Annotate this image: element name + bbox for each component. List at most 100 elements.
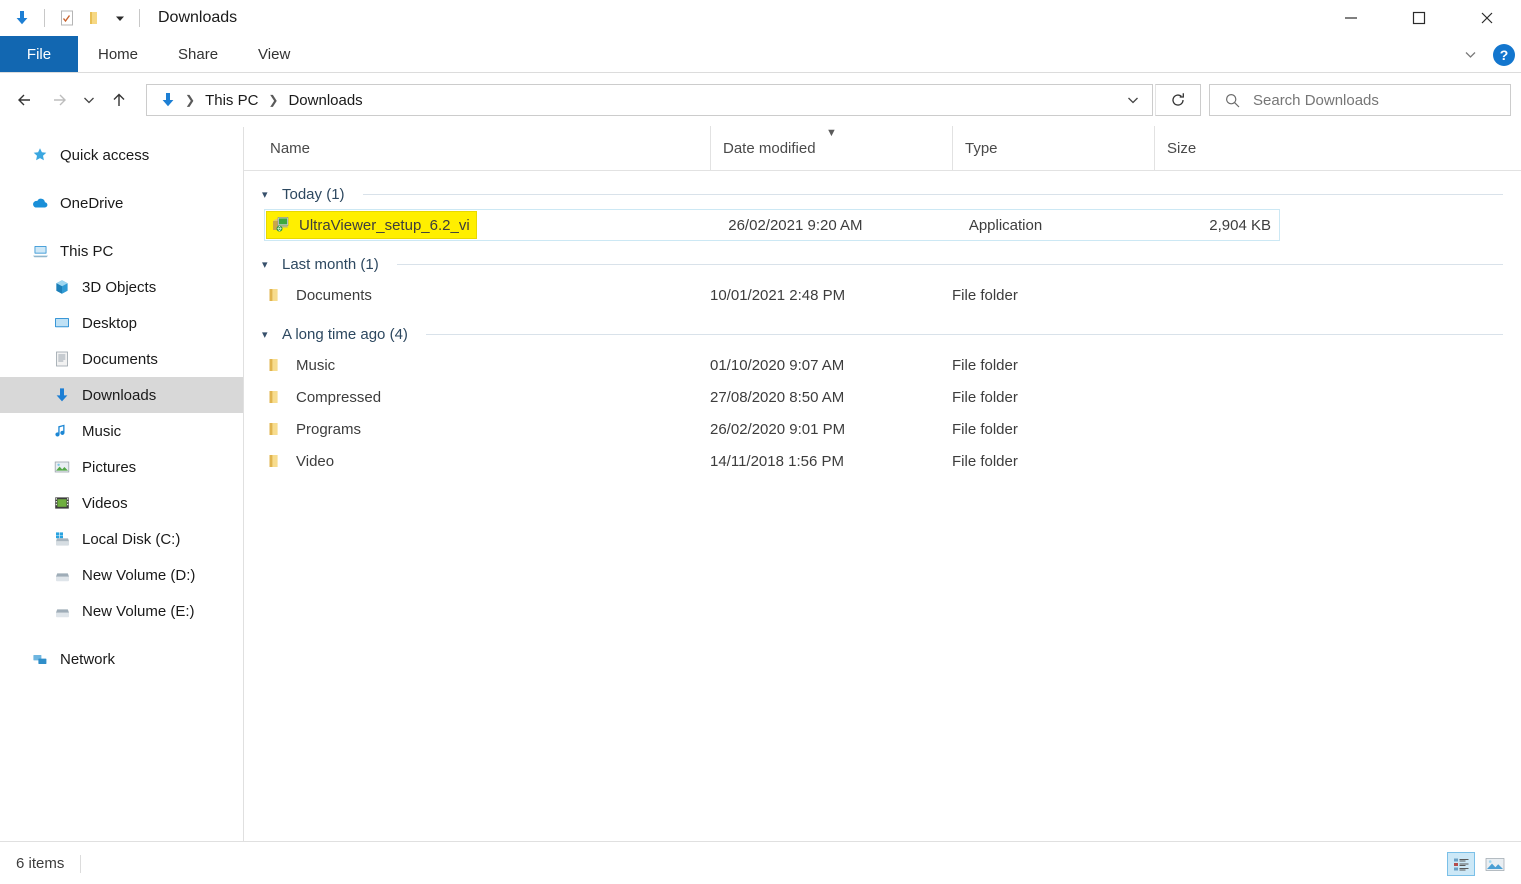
table-row[interactable]: Programs 26/02/2020 9:01 PM File folder (244, 413, 1521, 445)
this-pc-icon (30, 241, 50, 261)
column-header-size[interactable]: Size (1154, 126, 1284, 170)
ribbon-right-controls: ? (1457, 36, 1515, 73)
sidebar-item-label: Downloads (82, 386, 157, 404)
sidebar-item-local-disk-c[interactable]: Local Disk (C:) (0, 521, 243, 557)
large-icons-view-button[interactable] (1481, 852, 1509, 876)
column-header-type[interactable]: Type (952, 126, 1154, 170)
forward-button[interactable] (42, 83, 76, 117)
table-row[interactable]: Documents 10/01/2021 2:48 PM File folder (244, 279, 1521, 311)
explorer-body: Quick access OneDrive This PC 3D Objects… (0, 126, 1521, 841)
installer-icon (271, 215, 291, 235)
title-bar: Downloads (0, 0, 1521, 36)
up-button[interactable] (102, 83, 136, 117)
tab-share[interactable]: Share (158, 36, 238, 72)
group-header-last-month[interactable]: ▾ Last month (1) (244, 249, 1521, 279)
search-icon (1224, 92, 1241, 109)
status-bar: 6 items (0, 841, 1521, 884)
sidebar-item-label: OneDrive (60, 194, 124, 212)
recent-locations-button[interactable] (76, 83, 102, 117)
downloads-icon[interactable] (8, 5, 36, 31)
file-name-cell[interactable]: Documents (244, 285, 710, 305)
downloads-icon[interactable] (157, 89, 179, 111)
sidebar-item-new-volume-d[interactable]: New Volume (D:) (0, 557, 243, 593)
tab-home[interactable]: Home (78, 36, 158, 72)
table-row[interactable]: Compressed 27/08/2020 8:50 AM File folde… (244, 381, 1521, 413)
breadcrumb-item-downloads[interactable]: Downloads (282, 90, 368, 111)
file-name-cell[interactable]: Music (244, 355, 710, 375)
breadcrumb-item-this-pc[interactable]: This PC (199, 90, 264, 111)
file-name-cell[interactable]: Programs (244, 419, 710, 439)
column-header-label: Name (270, 139, 311, 157)
properties-icon[interactable] (53, 5, 81, 31)
customize-chevron-icon[interactable] (109, 5, 131, 31)
file-type-cell: File folder (952, 286, 1018, 304)
window-controls (1317, 0, 1521, 36)
tab-file[interactable]: File (0, 36, 78, 72)
group-header-today[interactable]: ▾ Today (1) (244, 179, 1521, 209)
documents-icon (52, 349, 72, 369)
search-box[interactable]: Search Downloads (1209, 84, 1511, 116)
address-dropdown-icon[interactable] (1118, 85, 1148, 115)
address-bar[interactable]: ❯ This PC ❯ Downloads (146, 84, 1153, 116)
table-row[interactable]: Video 14/11/2018 1:56 PM File folder (244, 445, 1521, 477)
sidebar-item-label: Music (82, 422, 122, 440)
table-row[interactable]: Music 01/10/2020 9:07 AM File folder (244, 349, 1521, 381)
downloads-icon (52, 385, 72, 405)
local-disk-icon (52, 529, 72, 549)
chevron-down-icon[interactable] (1457, 42, 1483, 68)
column-header-name[interactable]: Name (244, 126, 710, 170)
file-name-cell[interactable]: Compressed (244, 387, 710, 407)
file-date-cell: 26/02/2020 9:01 PM (710, 420, 846, 438)
group-header-label: A long time ago (4) (282, 325, 408, 343)
sidebar-item-this-pc[interactable]: This PC (0, 233, 243, 269)
desktop-icon (52, 313, 72, 333)
toolbar-divider (44, 9, 45, 27)
file-name-label: Documents (296, 286, 372, 304)
new-folder-icon[interactable] (81, 5, 109, 31)
folder-icon (266, 285, 286, 305)
sidebar-item-downloads[interactable]: Downloads (0, 377, 243, 413)
breadcrumb-separator-icon: ❯ (185, 93, 196, 107)
back-button[interactable] (8, 83, 42, 117)
search-input[interactable]: Search Downloads (1253, 92, 1379, 109)
group-divider (396, 263, 1503, 265)
chevron-down-icon[interactable]: ▾ (262, 328, 274, 341)
sidebar-item-label: New Volume (D:) (82, 566, 196, 584)
sidebar-item-desktop[interactable]: Desktop (0, 305, 243, 341)
sidebar-item-documents[interactable]: Documents (0, 341, 243, 377)
sidebar-item-network[interactable]: Network (0, 641, 243, 677)
group-divider (425, 333, 1503, 335)
sidebar-item-music[interactable]: Music (0, 413, 243, 449)
minimize-button[interactable] (1317, 0, 1385, 36)
file-date-cell: 01/10/2020 9:07 AM (710, 356, 845, 374)
sidebar-item-3d-objects[interactable]: 3D Objects (0, 269, 243, 305)
file-name-cell[interactable]: Video (244, 451, 710, 471)
column-header-label: Date modified (723, 139, 816, 157)
videos-icon (52, 493, 72, 513)
drive-icon (52, 601, 72, 621)
sidebar-item-pictures[interactable]: Pictures (0, 449, 243, 485)
file-name-cell[interactable]: UltraViewer_setup_6.2_vi (265, 211, 728, 239)
tab-view[interactable]: View (238, 36, 310, 72)
refresh-button[interactable] (1155, 84, 1201, 116)
details-view-button[interactable] (1447, 852, 1475, 876)
ribbon-tabs: File Home Share View ? (0, 36, 1521, 73)
group-header-label: Today (1) (282, 185, 345, 203)
sidebar-item-videos[interactable]: Videos (0, 485, 243, 521)
sidebar-item-new-volume-e[interactable]: New Volume (E:) (0, 593, 243, 629)
folder-icon (266, 387, 286, 407)
help-button[interactable]: ? (1493, 43, 1515, 66)
chevron-down-icon[interactable]: ▾ (262, 188, 274, 201)
sidebar-item-onedrive[interactable]: OneDrive (0, 185, 243, 221)
sidebar-item-quick-access[interactable]: Quick access (0, 137, 243, 173)
close-button[interactable] (1453, 0, 1521, 36)
chevron-down-icon[interactable]: ▾ (262, 258, 274, 271)
table-row[interactable]: UltraViewer_setup_6.2_vi 26/02/2021 9:20… (264, 209, 1280, 241)
column-header-label: Type (965, 139, 998, 157)
maximize-button[interactable] (1385, 0, 1453, 36)
column-header-date-modified[interactable]: ▼ Date modified (710, 126, 952, 170)
item-count-label: 6 items (16, 855, 65, 872)
group-header-a-long-time-ago[interactable]: ▾ A long time ago (4) (244, 319, 1521, 349)
